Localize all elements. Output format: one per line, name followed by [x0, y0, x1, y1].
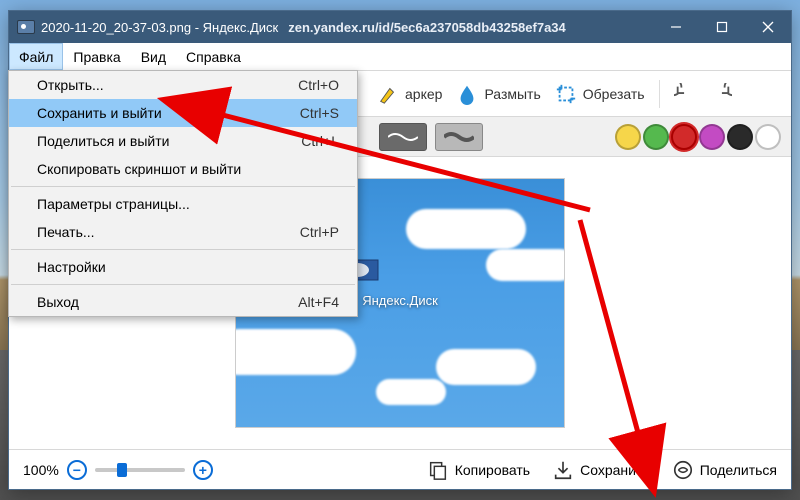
redo-icon — [710, 83, 732, 105]
tool-undo[interactable] — [674, 83, 696, 105]
app-icon — [17, 20, 35, 34]
save-icon — [552, 459, 574, 481]
menu-settings[interactable]: Настройки — [9, 253, 357, 281]
color-purple[interactable] — [699, 124, 725, 150]
close-button[interactable] — [745, 11, 791, 43]
canvas-label: Яндекс.Диск — [362, 293, 438, 308]
marker-icon — [377, 83, 399, 105]
menubar: Файл Правка Вид Справка — [9, 43, 791, 71]
zoom-in-button[interactable]: + — [193, 460, 213, 480]
statusbar: 100% − + Копировать Сохранить — [9, 449, 791, 489]
zoom-value: 100% — [23, 462, 59, 478]
menu-share-exit[interactable]: Поделиться и выйти Ctrl+L — [9, 127, 357, 155]
tool-marker-label: аркер — [405, 86, 442, 102]
tool-redo[interactable] — [710, 83, 732, 105]
zoom-slider[interactable] — [95, 468, 185, 472]
blur-icon — [456, 83, 478, 105]
save-button[interactable]: Сохранить — [552, 459, 650, 481]
menu-save-exit[interactable]: Сохранить и выйти Ctrl+S — [9, 99, 357, 127]
menu-separator — [11, 186, 355, 187]
toolbar-separator — [659, 80, 660, 108]
copy-button[interactable]: Копировать — [427, 459, 530, 481]
line-style-thin[interactable] — [379, 123, 427, 151]
line-style-thick[interactable] — [435, 123, 483, 151]
menu-separator — [11, 249, 355, 250]
page-url: zen.yandex.ru/id/5ec6a237058db43258ef7a3… — [288, 20, 566, 35]
menu-print[interactable]: Печать... Ctrl+P — [9, 218, 357, 246]
menu-help[interactable]: Справка — [176, 43, 251, 70]
share-button[interactable]: Поделиться — [672, 459, 777, 481]
tool-marker[interactable]: аркер — [377, 83, 442, 105]
titlebar[interactable]: 2020-11-20_20-37-03.png - Яндекс.Диск ze… — [9, 11, 791, 43]
copy-label: Копировать — [455, 462, 530, 478]
tool-blur-label: Размыть — [484, 86, 540, 102]
menu-view[interactable]: Вид — [131, 43, 176, 70]
menu-file[interactable]: Файл — [9, 43, 63, 70]
undo-icon — [674, 83, 696, 105]
color-white[interactable] — [755, 124, 781, 150]
color-black[interactable] — [727, 124, 753, 150]
color-palette — [615, 124, 781, 150]
window-title: 2020-11-20_20-37-03.png - Яндекс.Диск — [41, 20, 278, 35]
menu-open[interactable]: Открыть... Ctrl+O — [9, 71, 357, 99]
color-red[interactable] — [671, 124, 697, 150]
crop-icon — [555, 83, 577, 105]
menu-copy-screenshot-exit[interactable]: Скопировать скриншот и выйти — [9, 155, 357, 183]
zoom-control: 100% − + — [23, 460, 213, 480]
maximize-button[interactable] — [699, 11, 745, 43]
menu-page-setup[interactable]: Параметры страницы... — [9, 190, 357, 218]
copy-icon — [427, 459, 449, 481]
menu-exit[interactable]: Выход Alt+F4 — [9, 288, 357, 316]
menu-edit[interactable]: Правка — [63, 43, 130, 70]
file-menu-dropdown: Открыть... Ctrl+O Сохранить и выйти Ctrl… — [8, 70, 358, 317]
minimize-button[interactable] — [653, 11, 699, 43]
tool-blur[interactable]: Размыть — [456, 83, 540, 105]
color-yellow[interactable] — [615, 124, 641, 150]
menu-separator — [11, 284, 355, 285]
zoom-out-button[interactable]: − — [67, 460, 87, 480]
save-label: Сохранить — [580, 462, 650, 478]
share-icon — [672, 459, 694, 481]
tool-crop-label: Обрезать — [583, 86, 645, 102]
share-label: Поделиться — [700, 462, 777, 478]
color-green[interactable] — [643, 124, 669, 150]
tool-crop[interactable]: Обрезать — [555, 83, 645, 105]
